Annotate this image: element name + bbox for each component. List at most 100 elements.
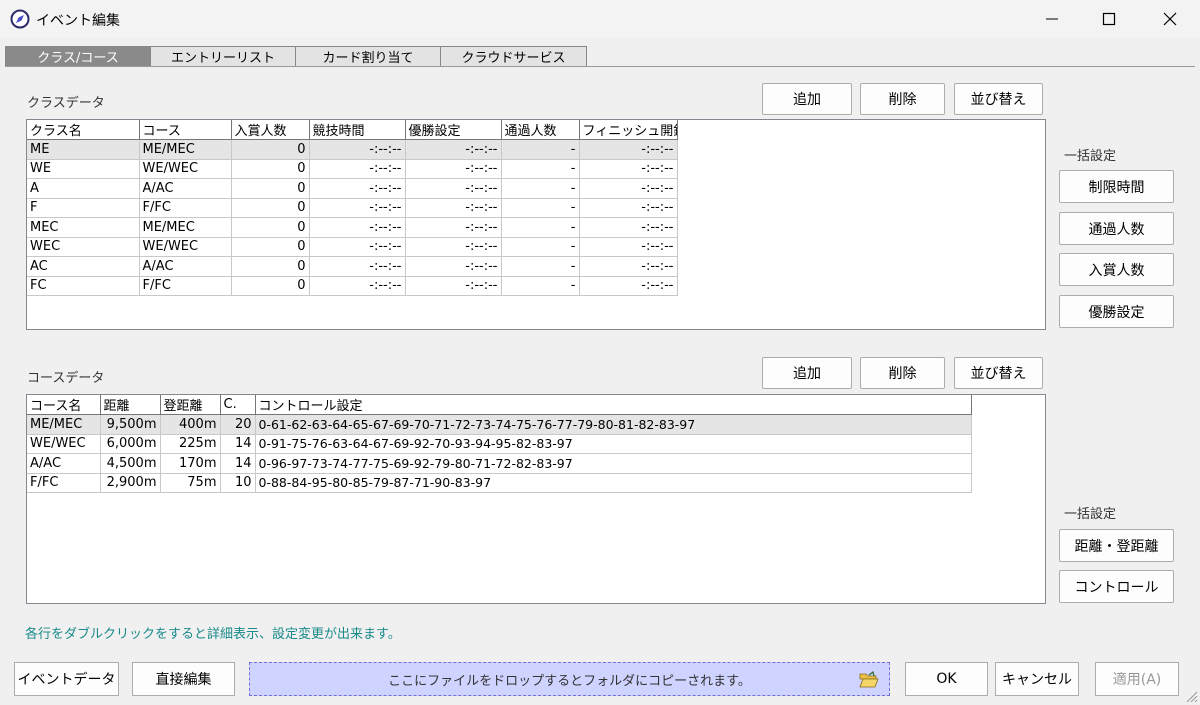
table-cell: -:--:-- (405, 178, 502, 199)
course-delete-button[interactable]: 削除 (860, 357, 945, 389)
table-cell: 0 (231, 198, 310, 218)
pass-count-button[interactable]: 通過人数 (1059, 212, 1174, 245)
time-limit-button[interactable]: 制限時間 (1059, 170, 1174, 203)
table-row[interactable]: ME ME/MEC 0 -:--:-- -:--:-- - -:--:-- (27, 139, 678, 160)
winner-setting-button[interactable]: 優勝設定 (1059, 295, 1174, 328)
course-data-table: コース名 距離 登距離 C. コントロール設定 ME/MEC 9,500m 400m 20 0-… (27, 395, 972, 493)
table-cell: WE (27, 159, 140, 179)
class-data-label: クラスデータ (27, 96, 105, 111)
table-cell: FC (27, 276, 140, 296)
table-cell: ME (27, 139, 140, 160)
award-count-button[interactable]: 入賞人数 (1059, 253, 1174, 286)
table-cell: ME/MEC (27, 414, 101, 435)
folder-open-icon[interactable] (859, 671, 879, 688)
table-row[interactable]: A/AC 4,500m 170m 14 0-96-97-73-74-77-75-69-9… (27, 453, 972, 474)
table-row[interactable]: A A/AC 0 -:--:-- -:--:-- - -:--:-- (27, 178, 678, 199)
window-title: イベント編集 (36, 13, 120, 29)
course-sort-button[interactable]: 並び替え (954, 357, 1043, 389)
table-cell: -:--:-- (405, 139, 502, 160)
table-cell: -:--:-- (405, 256, 502, 277)
class-delete-button[interactable]: 削除 (860, 83, 945, 115)
table-cell: -:--:-- (309, 198, 406, 218)
table-cell: 2,900m (100, 473, 161, 493)
table-cell: - (501, 178, 580, 199)
compass-icon (10, 9, 30, 29)
table-cell: F/FC (27, 473, 101, 493)
class-add-button[interactable]: 追加 (762, 83, 852, 115)
column-header[interactable]: 競技時間 (309, 120, 406, 140)
table-cell: 0-91-75-76-63-64-67-69-92-70-93-94-95-82… (255, 434, 972, 454)
table-cell: 0 (231, 159, 310, 179)
file-drop-zone[interactable]: ここにファイルをドロップするとフォルダにコピーされます。 (249, 662, 890, 696)
table-cell: A/AC (139, 178, 232, 199)
table-cell: 0 (231, 217, 310, 238)
table-cell: 6,000m (100, 434, 161, 454)
close-icon (1163, 12, 1177, 26)
table-cell: ME/MEC (139, 217, 232, 238)
column-header[interactable]: 距離 (100, 395, 161, 415)
table-row[interactable]: AC A/AC 0 -:--:-- -:--:-- - -:--:-- (27, 256, 678, 277)
table-cell: - (501, 139, 580, 160)
table-cell: -:--:-- (309, 256, 406, 277)
tab-class-course[interactable]: クラス/コース (5, 46, 151, 66)
table-cell: 225m (160, 434, 221, 454)
direct-edit-button[interactable]: 直接編集 (132, 662, 235, 696)
table-cell: - (501, 217, 580, 238)
table-row[interactable]: FC F/FC 0 -:--:-- -:--:-- - -:--:-- (27, 276, 678, 296)
column-header[interactable]: 入賞人数 (231, 120, 310, 140)
tab-card-assignment[interactable]: カード割り当て (295, 46, 441, 66)
class-sort-button[interactable]: 並び替え (954, 83, 1043, 115)
column-header[interactable]: フィニッシュ開鎖 (579, 120, 678, 140)
table-cell: MEC (27, 217, 140, 238)
course-add-button[interactable]: 追加 (762, 357, 852, 389)
column-header[interactable]: コントロール設定 (255, 395, 972, 415)
ok-button[interactable]: OK (905, 662, 988, 696)
table-row[interactable]: WEC WE/WEC 0 -:--:-- -:--:-- - -:--:-- (27, 237, 678, 257)
table-row[interactable]: ME/MEC 9,500m 400m 20 0-61-62-63-64-65-67-69… (27, 414, 972, 435)
column-header[interactable]: 優勝設定 (405, 120, 502, 140)
apply-button[interactable]: 適用(A) (1095, 662, 1179, 696)
table-cell: 0-61-62-63-64-65-67-69-70-71-72-73-74-75… (255, 414, 972, 435)
class-data-list[interactable]: クラス名 コース 入賞人数 競技時間 優勝設定 通過人数 フィニッシュ開鎖 ME ME/MEC… (26, 119, 1046, 330)
control-button[interactable]: コントロール (1059, 570, 1174, 603)
column-header[interactable]: 通過人数 (501, 120, 580, 140)
course-data-list[interactable]: コース名 距離 登距離 C. コントロール設定 ME/MEC 9,500m 400m 20 0-… (26, 394, 1046, 604)
tab-entry-list[interactable]: エントリーリスト (150, 46, 296, 66)
table-row[interactable]: MEC ME/MEC 0 -:--:-- -:--:-- - -:--:-- (27, 217, 678, 238)
resize-grip-icon[interactable] (1184, 689, 1198, 703)
table-cell: - (501, 159, 580, 179)
column-header[interactable]: 登距離 (160, 395, 221, 415)
tab-cloud-service[interactable]: クラウドサービス (440, 46, 587, 66)
minimize-icon (1046, 18, 1058, 20)
table-cell: A/AC (27, 453, 101, 474)
table-cell: WE/WEC (139, 237, 232, 257)
minimize-button[interactable] (1024, 0, 1080, 38)
distance-climb-button[interactable]: 距離・登距離 (1059, 529, 1174, 562)
table-cell: -:--:-- (579, 198, 678, 218)
table-row[interactable]: F/FC 2,900m 75m 10 0-88-84-95-80-85-79-87-71… (27, 473, 972, 493)
table-row[interactable]: WE WE/WEC 0 -:--:-- -:--:-- - -:--:-- (27, 159, 678, 179)
tab-strip: クラス/コース エントリーリスト カード割り当て クラウドサービス (5, 46, 587, 66)
cancel-button[interactable]: キャンセル (995, 662, 1079, 696)
table-cell: -:--:-- (579, 237, 678, 257)
table-cell: 0-96-97-73-74-77-75-69-92-79-80-71-72-82… (255, 453, 972, 474)
column-header[interactable]: C. (220, 395, 256, 415)
table-cell: 14 (220, 434, 256, 454)
table-cell: -:--:-- (405, 276, 502, 296)
table-row[interactable]: F F/FC 0 -:--:-- -:--:-- - -:--:-- (27, 198, 678, 218)
table-cell: -:--:-- (579, 276, 678, 296)
maximize-button[interactable] (1081, 0, 1137, 38)
drop-zone-text: ここにファイルをドロップするとフォルダにコピーされます。 (388, 673, 751, 689)
column-header[interactable]: クラス名 (27, 120, 140, 140)
table-cell: -:--:-- (579, 178, 678, 199)
event-data-button[interactable]: イベントデータ (14, 662, 119, 696)
column-header[interactable]: コース名 (27, 395, 101, 415)
table-cell: A/AC (139, 256, 232, 277)
table-cell: 75m (160, 473, 221, 493)
table-cell: - (501, 256, 580, 277)
table-cell: -:--:-- (309, 217, 406, 238)
column-header[interactable]: コース (139, 120, 232, 140)
table-row[interactable]: WE/WEC 6,000m 225m 14 0-91-75-76-63-64-67-69… (27, 434, 972, 454)
table-cell: -:--:-- (405, 159, 502, 179)
close-button[interactable] (1142, 0, 1198, 38)
